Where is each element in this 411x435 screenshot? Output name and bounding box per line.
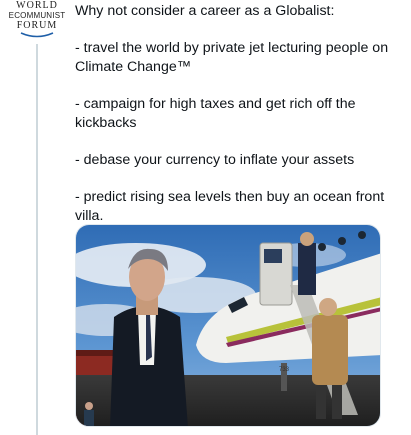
tweet-item-2: - campaign for high taxes and get rich o… bbox=[75, 96, 356, 131]
avatar[interactable]: WORLD ECOMMUNIST FORUM bbox=[6, 0, 68, 44]
aircraft-registration-label: 733 bbox=[279, 367, 290, 373]
logo-swoosh-icon bbox=[20, 32, 54, 38]
tweet-item-4: - predict rising sea levels then buy an … bbox=[75, 189, 385, 224]
tweet-item-3: - debase your currency to inflate your a… bbox=[75, 152, 355, 168]
tweet-photo[interactable]: 733 bbox=[75, 224, 381, 427]
thread-connector-line bbox=[36, 44, 38, 435]
tweet-item-1: - travel the world by private jet lectur… bbox=[75, 40, 389, 75]
tweet-intro: Why not consider a career as a Globalist… bbox=[75, 3, 335, 19]
avatar-line-1: WORLD bbox=[16, 0, 58, 11]
avatar-line-3: FORUM bbox=[16, 20, 58, 31]
tweet-text: Why not consider a career as a Globalist… bbox=[75, 2, 405, 226]
tweet-card: WORLD ECOMMUNIST FORUM Why not consider … bbox=[0, 0, 411, 435]
photo-man-in-front-of-jet: 733 bbox=[76, 225, 380, 426]
